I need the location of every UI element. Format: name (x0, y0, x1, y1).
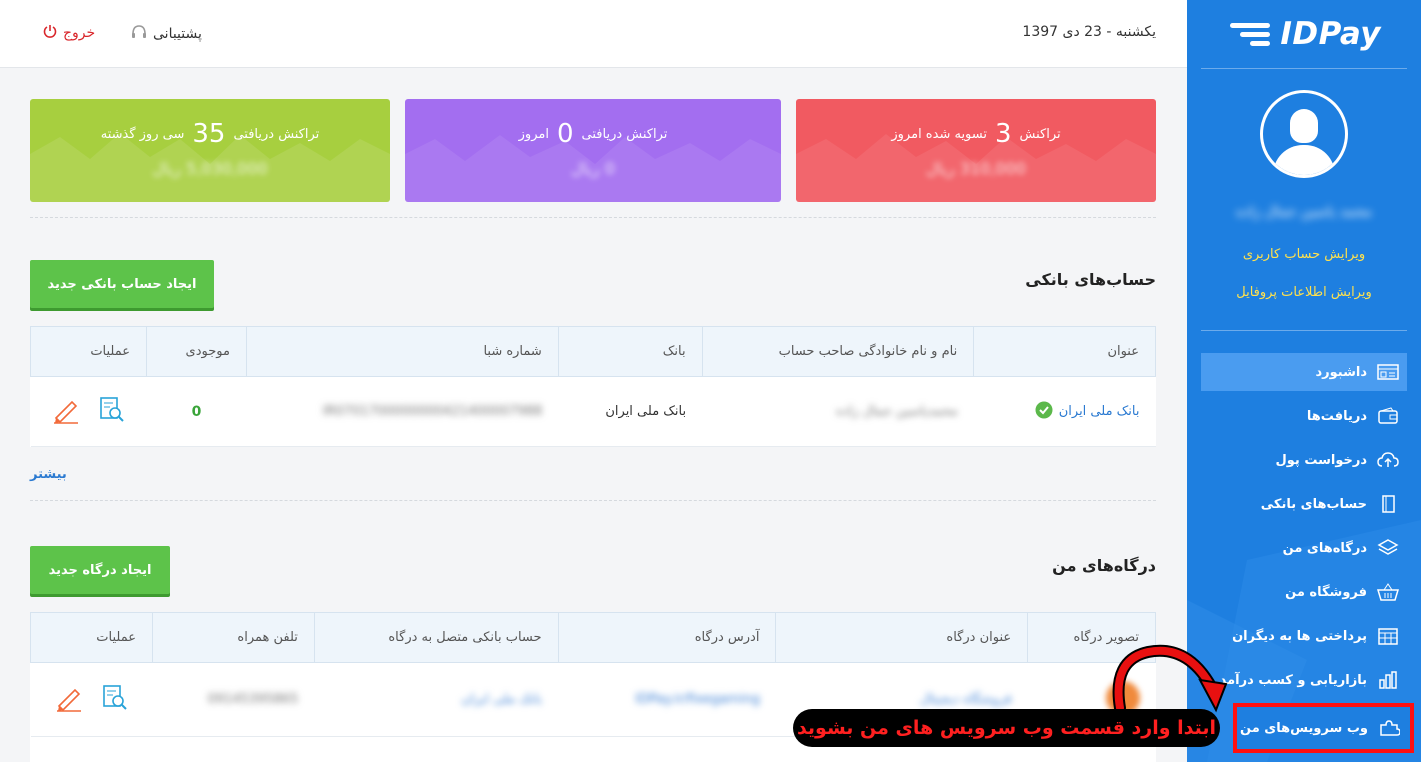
column-header-balance: موجودی (146, 326, 247, 377)
more-bank-accounts-link[interactable]: بیشتر (30, 467, 67, 482)
avatar[interactable] (1260, 90, 1348, 178)
card-amount: 5,030,000 ریال (152, 159, 268, 178)
card-count: 3 (995, 119, 1012, 149)
card-prefix: امروز (518, 126, 549, 142)
column-header-operations: عملیات (29, 326, 148, 377)
avatar-head-icon (1290, 109, 1318, 143)
power-icon (43, 24, 57, 42)
column-header-bank: بانک (557, 326, 703, 377)
card-count: 35 (192, 119, 226, 149)
bank-account-title-link[interactable]: بانک ملی ایران (1059, 404, 1140, 419)
sidebar-item-dashboard[interactable]: داشبورد (1201, 353, 1407, 391)
card-wave-pattern (30, 133, 390, 202)
create-bank-account-button[interactable]: ایجاد حساب بانکی جدید (30, 260, 214, 308)
view-details-icon[interactable] (98, 396, 126, 428)
layers-icon (1377, 539, 1399, 557)
current-date: یکشنبه - 23 دی 1397 (1022, 24, 1156, 40)
dashboard-icon (1377, 363, 1399, 381)
support-label: پشتیبانی (153, 26, 202, 42)
sidebar-item-label: درخواست پول (1275, 452, 1367, 468)
linked-account-cell: بانک ملی ایران (314, 662, 559, 737)
card-suffix: تراکنش دریافتی (581, 126, 668, 142)
idpay-logo[interactable]: IDPay (1230, 14, 1381, 54)
basket-icon (1377, 583, 1399, 601)
headset-icon (131, 24, 147, 44)
gateways-title: درگاه‌های من (1052, 556, 1156, 575)
wallet-icon (1377, 407, 1399, 425)
bank-accounts-table: عنوان نام و نام خانوادگی صاحب حساب بانک … (29, 326, 1156, 447)
card-amount: 0 ریال (571, 159, 615, 178)
edit-pencil-icon[interactable] (52, 396, 80, 428)
puzzle-icon (1378, 719, 1400, 737)
top-bar: یکشنبه - 23 دی 1397 پشتیبانی خروج (0, 0, 1187, 68)
support-link[interactable]: پشتیبانی (131, 24, 202, 44)
sidebar-item-label: دریافت‌ها (1306, 408, 1367, 424)
annotation-arrow (1112, 644, 1228, 714)
column-header-linked-account: حساب بانکی متصل به درگاه (313, 612, 559, 663)
column-header-title: عنوان (973, 326, 1156, 377)
card-prefix: سی روز گذشته (100, 126, 185, 142)
table-row: بانک ملی ایران محمدیاسین جمال زاده بانک … (30, 376, 1156, 447)
logo-text: IDPay (1280, 16, 1381, 52)
bar-chart-icon (1377, 671, 1399, 689)
sidebar-item-label: داشبورد (1315, 364, 1367, 380)
sidebar-item-gateways[interactable]: درگاه‌های من (1201, 526, 1407, 570)
view-details-icon[interactable] (101, 684, 129, 716)
column-header-iban: شماره شبا (245, 326, 559, 377)
sidebar-divider (1201, 68, 1407, 69)
sidebar-item-label: وب سرویس‌های من (1240, 720, 1368, 736)
sidebar-item-receipts[interactable]: دریافت‌ها (1201, 394, 1407, 438)
account-owner-cell: محمدیاسین جمال زاده (702, 376, 974, 447)
section-divider (30, 500, 1156, 501)
sidebar-item-bank-accounts[interactable]: حساب‌های بانکی (1201, 482, 1407, 526)
calendar-grid-icon (1377, 627, 1399, 645)
sidebar-item-label: فروشگاه من (1285, 584, 1367, 600)
card-amount: 310,000 ریال (926, 159, 1026, 178)
book-icon (1377, 495, 1399, 513)
logout-label: خروج (63, 25, 96, 41)
edit-profile-link[interactable]: ویرایش اطلاعات پروفایل (1187, 285, 1421, 300)
logo-speed-lines-icon (1230, 20, 1274, 48)
column-header-operations: عملیات (30, 612, 153, 663)
card-suffix: تراکنش دریافتی (233, 126, 320, 142)
column-header-gateway-address: آدرس درگاه (557, 612, 777, 663)
mobile-cell: 09145395865 (152, 662, 315, 737)
iban-cell: IR0701700000000421400007988 (246, 376, 559, 447)
sidebar-item-label: حساب‌های بانکی (1260, 496, 1367, 512)
sidebar-nav: داشبورد دریافت‌ها درخواست پول حساب‌های ب… (1201, 353, 1407, 702)
sidebar-item-request-money[interactable]: درخواست پول (1201, 438, 1407, 482)
gateway-address-cell[interactable]: IDPay.ir/fixegaming (558, 662, 776, 737)
edit-pencil-icon[interactable] (55, 684, 83, 716)
bank-accounts-title: حساب‌های بانکی (1025, 270, 1156, 289)
settled-today-card: تراکنش 3 تسویه شده امروز 310,000 ریال (796, 99, 1156, 202)
balance-cell: 0 (146, 376, 247, 447)
card-wave-pattern (405, 135, 781, 202)
instruction-callout: ابتدا وارد قسمت وب سرویس های من بشوید (793, 709, 1220, 747)
column-header-mobile: تلفن همراه (152, 612, 315, 663)
create-gateway-button[interactable]: ایجاد درگاه جدید (30, 546, 170, 594)
sidebar-item-payments-to-others[interactable]: پرداختی ها به دیگران (1201, 614, 1407, 658)
logout-button[interactable]: خروج (43, 24, 95, 42)
card-count: 0 (556, 119, 574, 149)
sidebar-item-marketing[interactable]: بازاریابی و کسب درآمد (1201, 658, 1407, 702)
sidebar-item-label: بازاریابی و کسب درآمد (1219, 672, 1367, 688)
column-header-gateway-title: عنوان درگاه (775, 612, 1029, 663)
verified-check-icon (1035, 401, 1053, 423)
sidebar-item-label: پرداختی ها به دیگران (1232, 628, 1367, 644)
today-card: تراکنش دریافتی 0 امروز 0 ریال (405, 99, 781, 202)
card-prefix: تسویه شده امروز (891, 126, 987, 142)
card-suffix: تراکنش (1019, 126, 1061, 142)
sidebar-item-my-shop[interactable]: فروشگاه من (1201, 570, 1407, 614)
username: محمد یاسین جمال زاده (1236, 204, 1372, 220)
edit-account-link[interactable]: ویرایش حساب کاربری (1187, 247, 1421, 262)
cloud-upload-icon (1377, 451, 1399, 469)
last-30-days-card: تراکنش دریافتی 35 سی روز گذشته 5,030,000… (30, 99, 390, 202)
section-divider (30, 217, 1156, 218)
sidebar-divider (1201, 330, 1407, 331)
card-wave-pattern (796, 134, 1156, 202)
column-header-owner: نام و نام خانوادگی صاحب حساب (701, 326, 975, 377)
sidebar-item-label: درگاه‌های من (1282, 540, 1367, 556)
sidebar-item-web-services[interactable]: وب سرویس‌های من (1233, 703, 1414, 753)
bank-name-cell: بانک ملی ایران (558, 376, 703, 447)
